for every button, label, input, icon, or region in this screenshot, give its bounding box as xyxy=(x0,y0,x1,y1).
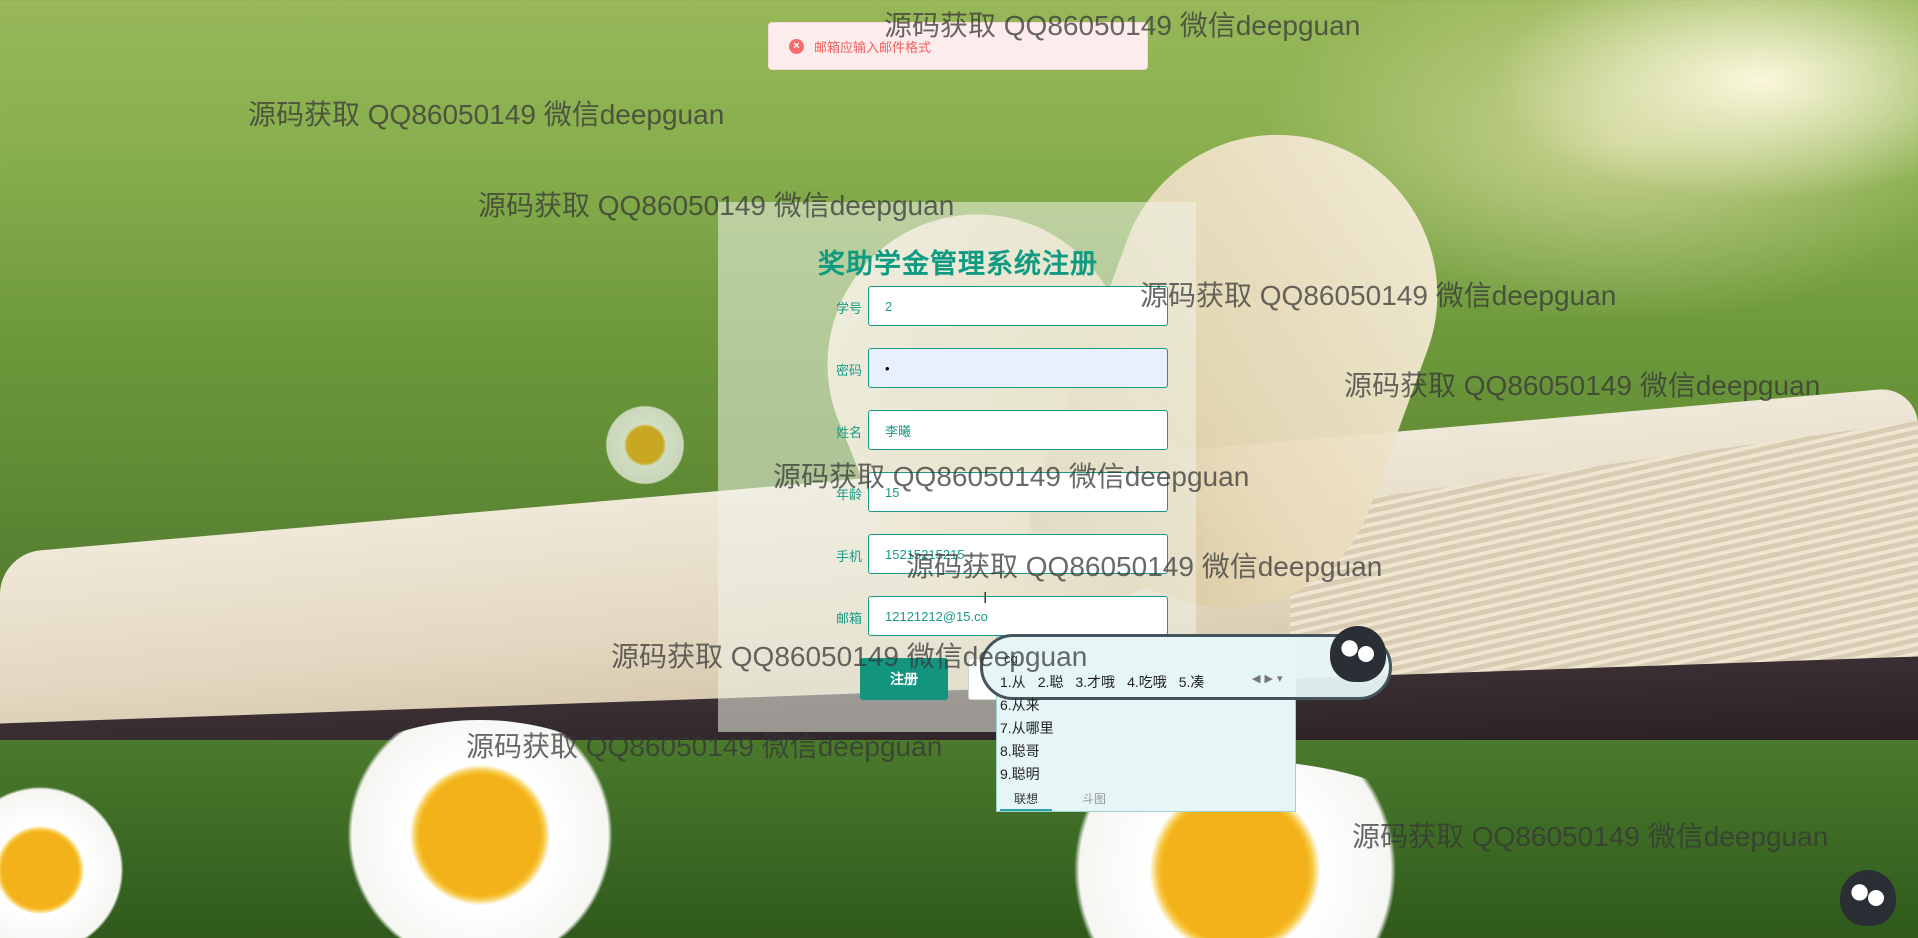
watermark-text: 源码获取 QQ86050149 微信deepguan xyxy=(773,461,1250,492)
text-cursor-icon: I xyxy=(983,590,988,607)
student-id-input[interactable] xyxy=(868,286,1168,326)
arrow-left-icon[interactable]: ◀ xyxy=(1252,672,1260,685)
watermark-text: 源码获取 QQ86050149 微信deepguan xyxy=(1352,821,1829,852)
daisy-flower xyxy=(600,400,690,490)
ime-candidate[interactable]: 7.从哪里 xyxy=(1000,717,1054,740)
email-input[interactable] xyxy=(868,596,1168,636)
ime-candidate[interactable]: 9.聪明 xyxy=(1000,763,1054,786)
password-label: 密码 xyxy=(835,363,862,378)
ime-tab-sticker[interactable]: 斗图 xyxy=(1082,790,1106,811)
watermark-text: 源码获取 QQ86050149 微信deepguan xyxy=(1140,280,1617,311)
phone-label: 手机 xyxy=(835,549,862,564)
background-book-stack xyxy=(1290,410,1918,830)
ime-page-arrows: ◀ ▶ ▾ xyxy=(1252,672,1282,685)
ime-candidate[interactable]: 3.才哦 xyxy=(1075,672,1115,692)
ime-candidate[interactable]: 4.吃哦 xyxy=(1127,672,1167,692)
student-id-label: 学号 xyxy=(835,301,862,316)
ime-tab-suggest[interactable]: 联想 xyxy=(1000,790,1053,811)
ime-candidate[interactable]: 1.从 xyxy=(1000,672,1026,692)
watermark-text: 源码获取 QQ86050149 微信deepguan xyxy=(466,731,943,762)
watermark-text: 源码获取 QQ86050149 微信deepguan xyxy=(611,641,1088,672)
ime-candidate[interactable]: 6.从来 xyxy=(1000,694,1054,717)
name-input[interactable] xyxy=(868,410,1168,450)
watermark-text: 源码获取 QQ86050149 微信deepguan xyxy=(906,551,1383,582)
daisy-flower xyxy=(0,780,140,938)
arrow-right-icon[interactable]: ▶ xyxy=(1264,672,1272,685)
ime-candidate[interactable]: 8.聪哥 xyxy=(1000,740,1054,763)
email-label: 邮箱 xyxy=(835,611,862,626)
name-label: 姓名 xyxy=(835,425,862,440)
ime-candidate[interactable]: 5.凑 xyxy=(1179,672,1205,692)
watermark-text: 源码获取 QQ86050149 微信deepguan xyxy=(884,10,1361,41)
password-input[interactable] xyxy=(868,348,1168,388)
watermark-text: 源码获取 QQ86050149 微信deepguan xyxy=(248,99,725,130)
ime-mascot-icon[interactable] xyxy=(1330,626,1386,682)
ime-tabs: 联想 斗图 xyxy=(1000,790,1106,811)
watermark-text: 源码获取 QQ86050149 微信deepguan xyxy=(1344,370,1821,401)
error-circle-icon: × xyxy=(789,38,804,54)
ime-mascot-icon[interactable] xyxy=(1840,870,1896,926)
ime-candidates: 1.从 2.聪 3.才哦 4.吃哦 5.凑 xyxy=(1000,672,1204,692)
watermark-text: 源码获取 QQ86050149 微信deepguan xyxy=(478,190,955,221)
ime-expanded-list: 6.从来 7.从哪里 8.聪哥 9.聪明 xyxy=(1000,694,1054,786)
chevron-down-icon[interactable]: ▾ xyxy=(1277,672,1283,685)
ime-candidate[interactable]: 2.聪 xyxy=(1038,672,1064,692)
page-title: 奖助学金管理系统注册 xyxy=(818,249,1098,279)
